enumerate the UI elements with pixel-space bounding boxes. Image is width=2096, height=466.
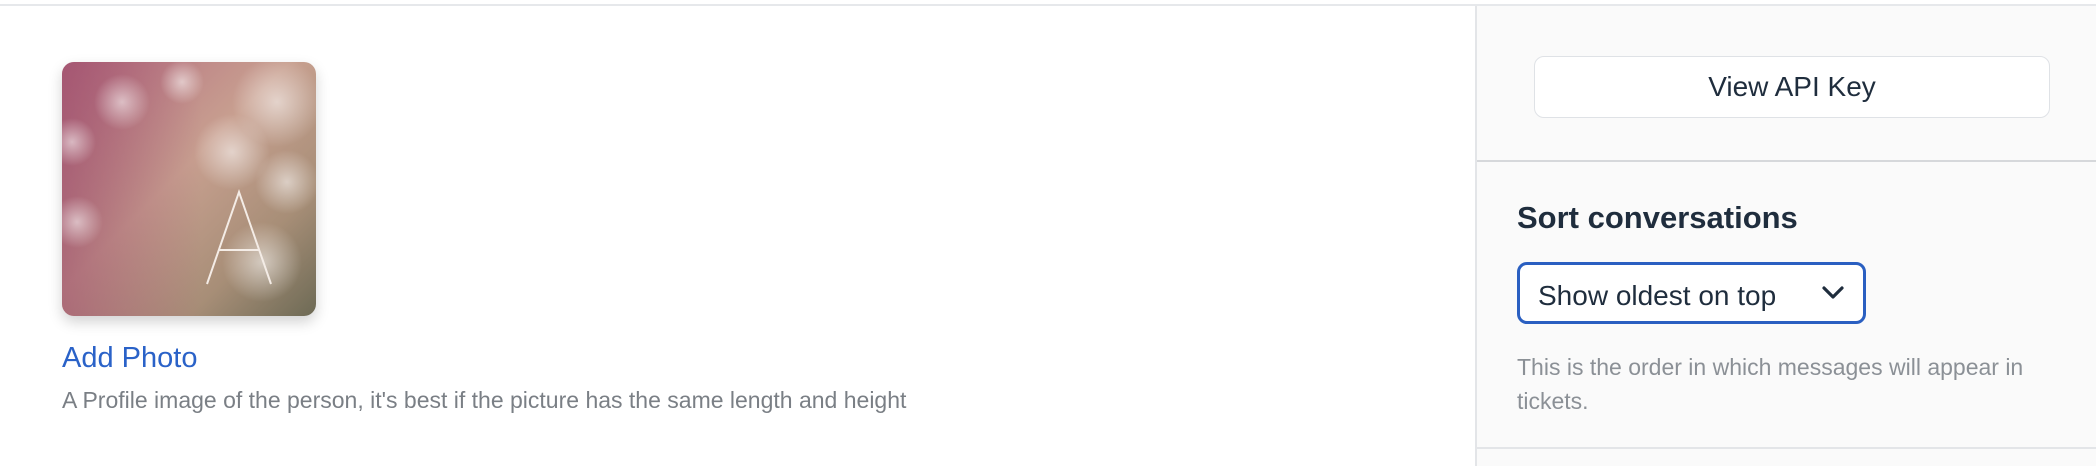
- add-photo-link[interactable]: Add Photo: [62, 342, 197, 375]
- chevron-down-icon: [1822, 286, 1844, 299]
- profile-section: Add Photo A Profile image of the person,…: [0, 6, 1475, 466]
- sort-help-text: This is the order in which messages will…: [1517, 354, 2024, 414]
- sort-order-select[interactable]: Show oldest on top: [1517, 262, 1866, 324]
- photo-help-text: A Profile image of the person, it's best…: [62, 387, 907, 413]
- sidebar-bottom-divider: [1477, 447, 2096, 449]
- settings-sidebar: View API Key Sort conversations Show old…: [1475, 6, 2096, 466]
- sidebar-divider: [1477, 160, 2096, 162]
- avatar-image: [62, 62, 316, 316]
- sort-order-selected-value: Show oldest on top: [1538, 280, 1777, 311]
- avatar[interactable]: [62, 62, 316, 316]
- sort-conversations-heading: Sort conversations: [1517, 200, 1798, 235]
- view-api-key-button[interactable]: View API Key: [1534, 56, 2050, 118]
